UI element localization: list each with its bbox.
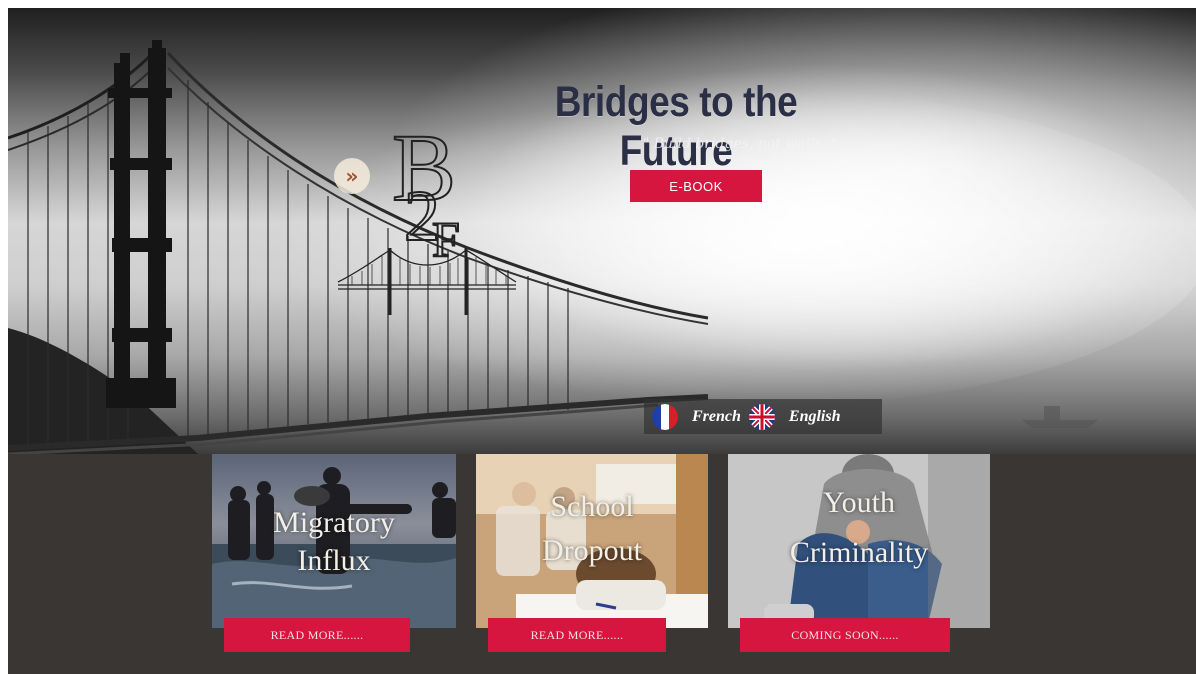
card-title-line-2: Dropout xyxy=(542,534,642,567)
next-arrow-button[interactable]: » xyxy=(334,158,370,194)
page-frame: B 2 F » Bridges to the Future " Build br… xyxy=(8,8,1196,674)
migrants-photo xyxy=(212,454,456,628)
language-label: French xyxy=(692,407,741,425)
language-french[interactable]: French xyxy=(644,403,741,430)
double-chevron-right-icon: » xyxy=(345,164,359,188)
card-title-line-2: Influx xyxy=(297,544,371,577)
language-switcher: French English xyxy=(644,399,882,434)
card-youth-criminality[interactable]: Youth Criminality xyxy=(728,454,990,628)
card-migratory-influx[interactable]: Migratory Influx xyxy=(212,454,456,628)
language-label: English xyxy=(788,407,841,425)
coming-soon-youth-button[interactable]: COMING SOON...... xyxy=(740,618,950,652)
card-title-line-1: Migratory xyxy=(273,506,395,539)
b2f-logo: B 2 F xyxy=(337,113,517,315)
card-title-line-2: Criminality xyxy=(789,536,929,569)
fr-flag-icon xyxy=(652,403,678,430)
bridge-background-image xyxy=(8,40,1098,454)
card-title-line-1: School xyxy=(550,490,634,523)
language-english[interactable]: English xyxy=(741,403,841,430)
logo-letter-f: F xyxy=(432,211,460,267)
topic-cards-section: Migratory Influx School Dropout Youth Cr… xyxy=(8,454,1196,674)
read-more-migratory-button[interactable]: READ MORE...... xyxy=(224,618,410,652)
ebook-button[interactable]: E-BOOK xyxy=(630,170,762,202)
hero-banner: B 2 F » Bridges to the Future " Build br… xyxy=(8,8,1196,454)
page-title: Bridges to the Future xyxy=(554,78,798,175)
uk-flag-icon xyxy=(748,403,775,430)
card-title-line-1: Youth xyxy=(823,486,895,519)
read-more-school-button[interactable]: READ MORE...... xyxy=(488,618,666,652)
tagline: " Build bridges, not walls. " xyxy=(642,136,838,152)
card-school-dropout[interactable]: School Dropout xyxy=(476,454,708,628)
